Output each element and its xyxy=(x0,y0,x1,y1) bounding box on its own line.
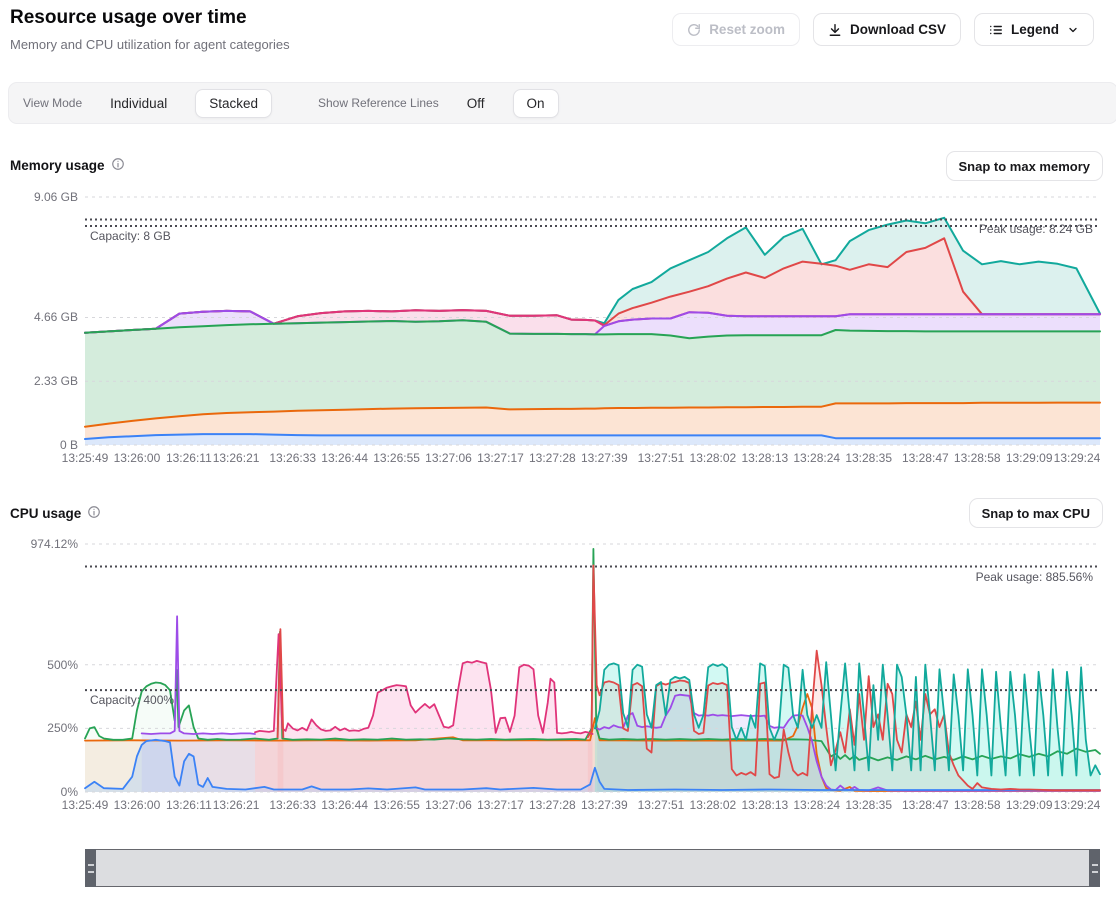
list-icon xyxy=(989,23,1003,37)
x-axis-tick: 13:29:24 xyxy=(1054,798,1101,812)
snap-to-max-cpu-button[interactable]: Snap to max CPU xyxy=(969,498,1103,528)
x-axis-tick: 13:28:47 xyxy=(902,451,949,465)
x-axis-tick: 13:25:49 xyxy=(62,451,109,465)
cpu-chart-canvas xyxy=(0,532,1116,824)
view-mode-label: View Mode xyxy=(23,96,82,110)
info-icon[interactable] xyxy=(87,505,101,522)
y-axis-tick: 500% xyxy=(0,658,78,672)
x-axis-tick: 13:26:44 xyxy=(321,798,368,812)
y-axis-tick: 9.06 GB xyxy=(0,190,78,204)
x-axis-tick: 13:26:11 xyxy=(166,451,212,465)
view-mode-individual[interactable]: Individual xyxy=(96,89,181,118)
y-axis-tick: 974.12% xyxy=(0,537,78,551)
x-axis-tick: 13:28:02 xyxy=(690,798,737,812)
chart-controls-bar: View Mode Individual Stacked Show Refere… xyxy=(8,82,1116,124)
x-axis-tick: 13:29:24 xyxy=(1054,451,1101,465)
x-axis-tick: 13:27:28 xyxy=(529,798,576,812)
x-axis-tick: 13:28:24 xyxy=(793,451,840,465)
x-axis-tick: 13:27:39 xyxy=(581,798,628,812)
snap-to-max-memory-button[interactable]: Snap to max memory xyxy=(946,151,1104,181)
x-axis-tick: 13:28:24 xyxy=(793,798,840,812)
brush-right-handle[interactable] xyxy=(1089,849,1100,887)
x-axis-tick: 13:28:35 xyxy=(845,798,892,812)
x-axis-tick: 13:26:44 xyxy=(321,451,368,465)
download-csv-button[interactable]: Download CSV xyxy=(813,13,961,46)
x-axis-tick: 13:26:00 xyxy=(114,451,161,465)
x-axis-tick: 13:27:06 xyxy=(425,451,472,465)
download-csv-label: Download CSV xyxy=(850,22,946,37)
reference-line-label: Peak usage: 8.24 GB xyxy=(979,222,1093,236)
y-axis-tick: 0 B xyxy=(0,438,78,452)
chevron-down-icon xyxy=(1067,24,1079,36)
y-axis-tick: 0% xyxy=(0,785,78,799)
x-axis-tick: 13:26:55 xyxy=(373,798,420,812)
refresh-icon xyxy=(687,23,701,37)
info-icon[interactable] xyxy=(111,157,125,174)
x-axis-tick: 13:25:49 xyxy=(62,798,109,812)
reference-line-label: Capacity: 400% xyxy=(90,693,174,707)
x-axis-tick: 13:28:02 xyxy=(690,451,737,465)
x-axis-tick: 13:26:00 xyxy=(114,798,161,812)
cpu-section-title: CPU usage xyxy=(10,505,101,522)
x-axis-tick: 13:29:09 xyxy=(1006,451,1053,465)
x-axis-tick: 13:28:13 xyxy=(741,451,788,465)
view-mode-stacked[interactable]: Stacked xyxy=(195,89,272,118)
memory-section-title: Memory usage xyxy=(10,157,125,174)
x-axis-tick: 13:26:11 xyxy=(166,798,212,812)
x-axis-tick: 13:28:58 xyxy=(954,451,1001,465)
x-axis-tick: 13:26:21 xyxy=(213,451,260,465)
cpu-chart[interactable]: Peak usage: 885.56% Capacity: 400% 974.12%… xyxy=(0,532,1116,824)
reference-line-label: Capacity: 8 GB xyxy=(90,229,171,243)
x-axis-tick: 13:27:28 xyxy=(529,451,576,465)
timeline-brush[interactable] xyxy=(85,849,1100,887)
memory-chart[interactable]: Peak usage: 8.24 GB Capacity: 8 GB 9.06 GB… xyxy=(0,185,1116,477)
cpu-title-text: CPU usage xyxy=(10,506,81,521)
legend-dropdown-button[interactable]: Legend xyxy=(974,13,1094,46)
x-axis-tick: 13:27:17 xyxy=(477,451,524,465)
x-axis-tick: 13:27:39 xyxy=(581,451,628,465)
memory-title-text: Memory usage xyxy=(10,158,105,173)
grip-icon xyxy=(1092,864,1098,873)
show-reference-lines-label: Show Reference Lines xyxy=(318,96,439,110)
reference-lines-off[interactable]: Off xyxy=(453,89,499,118)
grip-icon xyxy=(88,864,94,873)
reset-zoom-button[interactable]: Reset zoom xyxy=(672,13,800,46)
x-axis-tick: 13:27:17 xyxy=(477,798,524,812)
brush-left-handle[interactable] xyxy=(85,849,96,887)
reference-line-label: Peak usage: 885.56% xyxy=(976,570,1093,584)
y-axis-tick: 2.33 GB xyxy=(0,374,78,388)
x-axis-tick: 13:26:21 xyxy=(213,798,260,812)
y-axis-tick: 250% xyxy=(0,721,78,735)
x-axis-tick: 13:27:51 xyxy=(638,451,685,465)
resource-usage-dashboard: Resource usage over time Memory and CPU … xyxy=(0,0,1116,906)
x-axis-tick: 13:26:55 xyxy=(373,451,420,465)
y-axis-tick: 4.66 GB xyxy=(0,310,78,324)
toolbar: Reset zoom Download CSV Legend xyxy=(672,13,1094,46)
download-icon xyxy=(828,23,842,37)
reset-zoom-label: Reset zoom xyxy=(709,22,785,37)
x-axis-tick: 13:29:09 xyxy=(1006,798,1053,812)
x-axis-tick: 13:28:35 xyxy=(845,451,892,465)
x-axis-tick: 13:28:13 xyxy=(741,798,788,812)
page-title: Resource usage over time xyxy=(10,7,247,29)
page-subtitle: Memory and CPU utilization for agent cat… xyxy=(10,37,290,52)
x-axis-tick: 13:28:47 xyxy=(902,798,949,812)
x-axis-tick: 13:27:06 xyxy=(425,798,472,812)
x-axis-tick: 13:26:33 xyxy=(269,798,316,812)
reference-lines-on[interactable]: On xyxy=(513,89,559,118)
x-axis-tick: 13:27:51 xyxy=(638,798,685,812)
legend-label: Legend xyxy=(1011,22,1059,37)
x-axis-tick: 13:26:33 xyxy=(269,451,316,465)
x-axis-tick: 13:28:58 xyxy=(954,798,1001,812)
